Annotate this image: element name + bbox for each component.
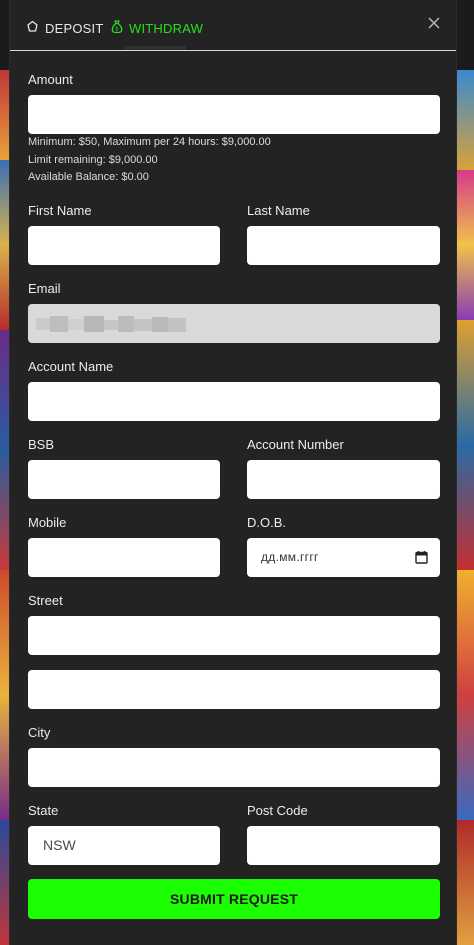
min-max-text: Minimum: $50, Maximum per 24 hours: $9,0… [28,136,271,148]
tab-withdraw-label: WITHDRAW [129,21,204,36]
amount-input[interactable] [28,95,440,134]
background-strip-right [454,0,474,945]
limit-remaining-text: Limit remaining: $9,000.00 [28,153,158,166]
account-name-label: Account Name [28,359,114,374]
close-icon [428,17,440,29]
submit-request-button[interactable]: SUBMIT REQUEST [28,879,440,919]
mobile-label: Mobile [28,515,67,530]
money-bag-icon: $ [111,20,123,37]
email-label: Email [28,281,61,296]
mobile-input[interactable] [28,538,220,577]
first-name-label: First Name [28,203,92,218]
dob-placeholder: дд.мм.гггг [261,550,319,564]
street-line-2-input[interactable] [28,670,440,709]
limits-info: Minimum: $50, Maximum per 24 hours: $9,0… [28,134,271,187]
street-line-1-input[interactable] [28,616,440,655]
deposit-icon [26,20,39,36]
svg-text:$: $ [116,27,119,33]
state-select[interactable]: NSW [28,826,220,865]
post-code-input[interactable] [247,826,440,865]
street-label: Street [28,593,63,608]
tab-deposit[interactable]: DEPOSIT [26,20,103,36]
bsb-label: BSB [28,437,55,452]
withdraw-modal: DEPOSIT $ WITHDRAW Amount Minimum: $50, … [9,0,457,945]
account-name-input[interactable] [28,382,440,421]
dob-label: D.O.B. [247,515,287,530]
first-name-input[interactable] [28,226,220,265]
close-button[interactable] [426,15,442,31]
bsb-input[interactable] [28,460,220,499]
available-balance-text: Available Balance: $0.00 [28,171,149,183]
account-number-input[interactable] [247,460,440,499]
tab-bar: DEPOSIT $ WITHDRAW [10,0,456,51]
last-name-label: Last Name [247,203,310,218]
calendar-icon[interactable] [415,550,428,564]
city-input[interactable] [28,748,440,787]
tab-withdraw[interactable]: $ WITHDRAW [111,20,203,37]
post-code-label: Post Code [247,803,308,818]
dob-date-input[interactable]: дд.мм.гггг [247,538,440,577]
account-number-label: Account Number [247,437,344,452]
tab-deposit-label: DEPOSIT [45,20,104,36]
state-selected-value: NSW [43,837,76,853]
active-tab-indicator [124,46,186,50]
email-blurred-value [36,316,186,332]
last-name-input[interactable] [247,226,440,265]
amount-label: Amount [28,72,73,87]
state-label: State [28,803,59,818]
city-label: City [28,725,51,740]
email-field [28,304,440,343]
